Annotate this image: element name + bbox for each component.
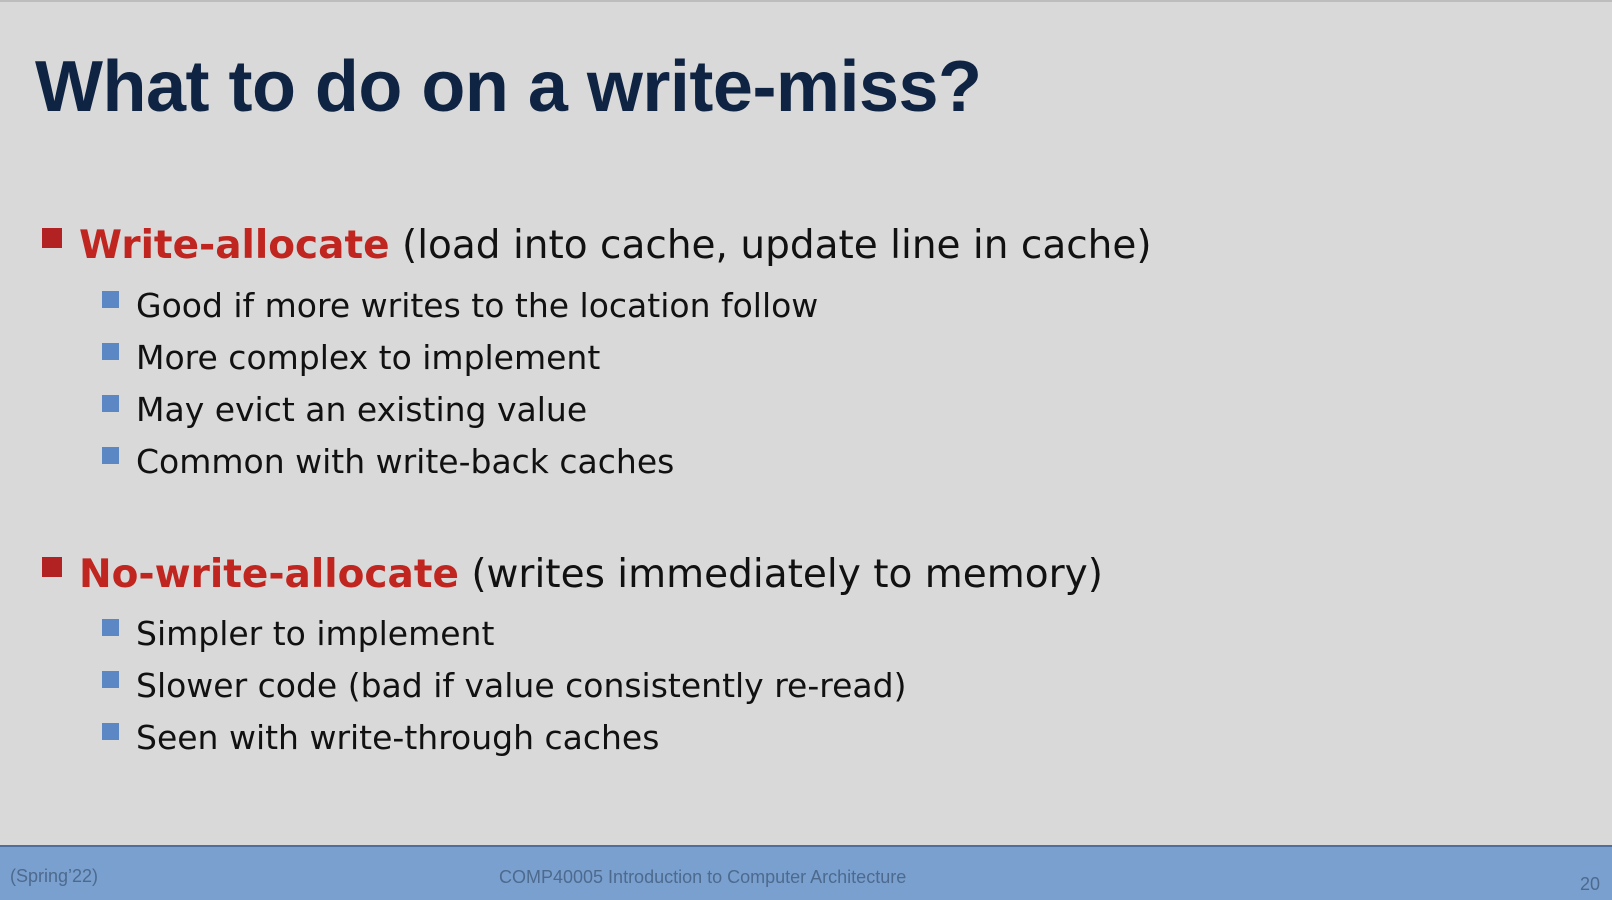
bullet-description: (writes immediately to memory) (458, 552, 1103, 597)
bullet-description: (load into cache, update line in cache) (389, 223, 1152, 268)
slide-title: What to do on a write-miss? (35, 47, 982, 127)
square-bullet-icon (102, 395, 119, 412)
slide-number: 20 (1579, 874, 1600, 894)
square-bullet-icon (42, 228, 62, 248)
slide-footer: (Spring’22) COMP40005 Introduction to Co… (0, 845, 1612, 900)
footer-term: (Spring’22) (10, 866, 99, 886)
sub-bullet-text: May evict an existing value (136, 390, 588, 429)
bullet-keyword: Write-allocate (79, 223, 390, 268)
bullet-text: No-write-allocate (writes immediately to… (79, 555, 1103, 594)
slide: What to do on a write-miss? Write-alloca… (0, 0, 1612, 900)
square-bullet-icon (102, 447, 119, 464)
slide-top-border (0, 0, 1612, 2)
square-bullet-icon (102, 723, 119, 740)
sub-bullet-text: Good if more writes to the location foll… (136, 286, 819, 325)
bullet-text: Write-allocate (load into cache, update … (79, 226, 1152, 265)
sub-bullet-text: Simpler to implement (136, 614, 495, 653)
square-bullet-icon (102, 343, 119, 360)
bullet-keyword: No-write-allocate (79, 552, 459, 597)
sub-bullet-text: Common with write-back caches (136, 442, 675, 481)
footer-course-title: COMP40005 Introduction to Computer Archi… (499, 867, 907, 887)
sub-bullet-text: Slower code (bad if value consistently r… (136, 666, 907, 705)
sub-bullet-text: More complex to implement (136, 338, 601, 377)
square-bullet-icon (102, 671, 119, 688)
square-bullet-icon (42, 557, 62, 577)
sub-bullet-text: Seen with write-through caches (136, 718, 660, 757)
square-bullet-icon (102, 619, 119, 636)
square-bullet-icon (102, 291, 119, 308)
